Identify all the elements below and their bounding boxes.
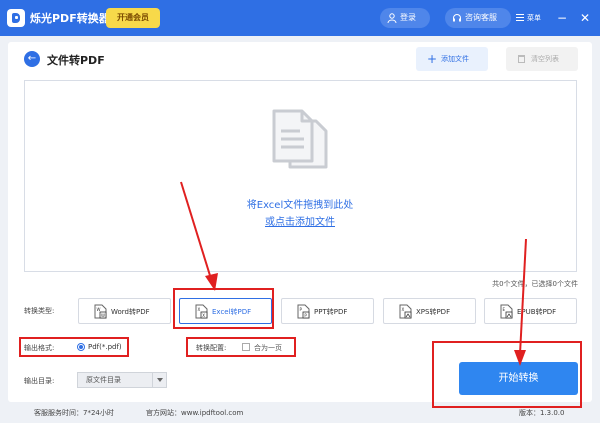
app-title: 烁光PDF转换器: [30, 12, 110, 25]
output-dir-label: 输出目录:: [24, 377, 55, 385]
conversion-type-label-xps: XPS转PDF: [416, 308, 451, 316]
output-dir-select[interactable]: 原文件目录: [77, 372, 167, 388]
trash-icon: [518, 55, 525, 63]
support-button[interactable]: 咨询客服: [445, 8, 511, 28]
conversion-type-label-word: Word转PDF: [111, 308, 150, 316]
vip-button[interactable]: 开通会员: [106, 8, 160, 28]
menu-icon: [516, 14, 524, 21]
close-button[interactable]: ✕: [578, 11, 592, 25]
annotation-box-config: [186, 337, 296, 357]
conversion-type-label-epub: EPUB转PDF: [517, 308, 557, 316]
add-file-button[interactable]: + 添加文件: [416, 47, 488, 71]
back-button[interactable]: ←: [24, 51, 40, 67]
headset-icon: [453, 14, 461, 22]
svg-text:W: W: [101, 313, 105, 318]
conversion-type-label-ppt: PPT转PDF: [314, 308, 348, 316]
add-file-label: 添加文件: [441, 55, 469, 63]
arrow-left-icon: ←: [27, 53, 37, 64]
title-bar: 烁光PDF转换器 开通会员 登录 咨询客服 菜单 − ✕: [0, 0, 600, 36]
support-label: 咨询客服: [465, 13, 497, 22]
clear-list-label: 清空列表: [531, 55, 559, 63]
user-icon: [387, 13, 397, 23]
ppt-file-icon: PP: [297, 304, 310, 319]
minimize-button[interactable]: −: [555, 11, 569, 25]
conversion-type-epub[interactable]: E EPUB转PDF: [484, 298, 577, 324]
annotation-box-output-format: [19, 337, 129, 357]
annotation-box-start: [432, 341, 582, 408]
clear-list-button[interactable]: 清空列表: [506, 47, 578, 71]
conversion-type-label: 转换类型:: [24, 307, 55, 315]
svg-text:X: X: [402, 307, 405, 312]
service-hours: 客服服务时间：7*24小时: [34, 409, 114, 417]
login-button[interactable]: 登录: [380, 8, 430, 28]
official-website: 官方网站：www.ipdftool.com: [146, 409, 244, 417]
word-file-icon: WW: [94, 304, 107, 319]
menu-label: 菜单: [527, 14, 541, 22]
svg-text:W: W: [97, 307, 101, 312]
drop-hint: 将Excel文件拖拽到此处: [246, 200, 354, 211]
conversion-type-ppt[interactable]: PP PPT转PDF: [281, 298, 374, 324]
login-label: 登录: [400, 13, 416, 22]
output-dir-value: 原文件目录: [86, 376, 121, 384]
conversion-type-word[interactable]: WW Word转PDF: [78, 298, 171, 324]
app-logo-icon: [7, 9, 25, 27]
epub-file-icon: E: [500, 304, 513, 319]
file-count: 共0个文件，已选择0个文件: [492, 280, 578, 288]
page-title: 文件转PDF: [47, 54, 105, 67]
documents-icon: [272, 109, 328, 169]
menu-button[interactable]: 菜单: [516, 10, 550, 26]
xps-file-icon: X: [399, 304, 412, 319]
conversion-type-xps[interactable]: X XPS转PDF: [383, 298, 476, 324]
plus-icon: +: [427, 52, 438, 66]
annotation-box-excel: [173, 288, 274, 329]
chevron-down-icon: [152, 373, 166, 387]
add-file-link[interactable]: 或点击添加文件: [200, 213, 400, 228]
app-version: 版本：1.3.0.0: [519, 409, 565, 417]
